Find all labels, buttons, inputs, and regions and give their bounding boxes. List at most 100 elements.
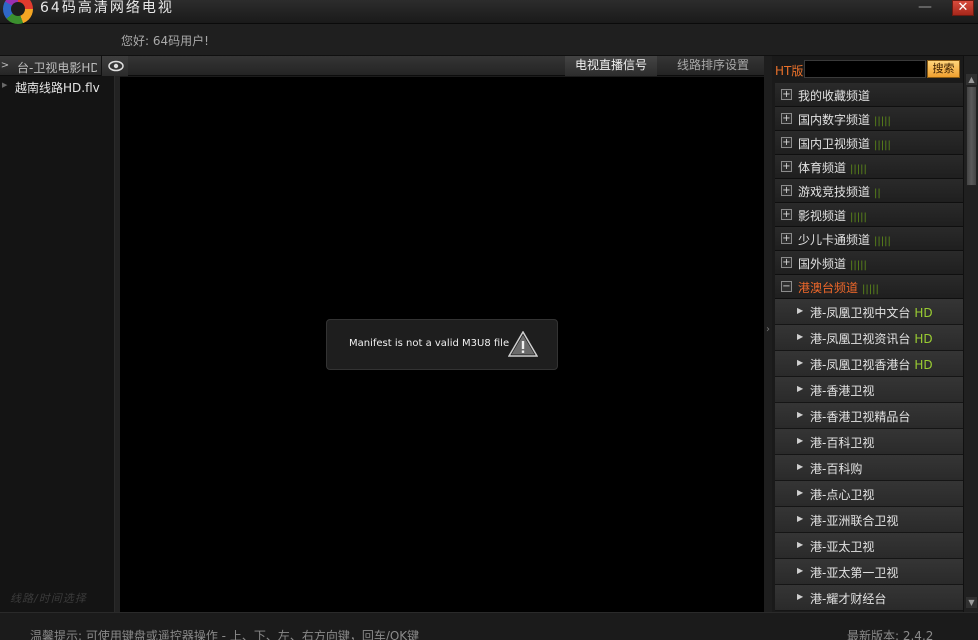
app-title: 64码高清网络电视 [40,0,174,16]
category-label: 国内卫视频道 [798,137,871,151]
scrollbar-thumb[interactable] [966,86,977,186]
channel-panel: HT版 搜索 + 我的收藏频道 + 国内数字频道 ||||| + 国内卫视频道 ||… [772,56,978,612]
tab-bar: 电视直播信号 线路排序设置 [128,56,764,76]
category-label: 影视频道 [798,209,847,223]
expand-icon: + [781,233,792,244]
category-label: 少儿卡通频道 [798,233,871,247]
channel-label: 港-百科卫视 [810,436,875,450]
greeting-bar: 您好: 64码用户! [0,24,978,56]
category-hk-macau-taiwan[interactable]: − 港澳台频道 ||||| [775,275,963,299]
expand-icon: + [781,209,792,220]
chevron-right-icon: › [766,324,770,335]
app-logo-icon [3,0,33,24]
title-bar: 64码高清网络电视 — ✕ [0,0,978,24]
channel-label: 港-亚太第一卫视 [810,566,899,580]
video-player[interactable]: Manifest is not a valid M3U8 file [120,77,764,612]
channel-label: 港-点心卫视 [810,488,875,502]
channel-item[interactable]: ▶ 港-香港卫视精品台 [775,403,963,429]
version-label: 最新版本: 2.4.2 [847,629,934,640]
expand-icon: + [781,185,792,196]
tab-route-sort[interactable]: 线路排序设置 [668,56,758,76]
category-kids[interactable]: + 少儿卡通频道 ||||| [775,227,963,251]
hd-badge: HD [914,306,933,320]
category-sports[interactable]: + 体育频道 ||||| [775,155,963,179]
expand-icon: + [781,113,792,124]
panel-collapse-handle[interactable]: › [764,56,772,612]
tab-live-signal[interactable]: 电视直播信号 [565,56,657,76]
triangle-right-icon: ▶ [797,488,804,497]
channel-item[interactable]: ▶ 港-耀才财经台 [775,585,963,611]
triangle-right-icon: ▶ [797,436,804,445]
category-foreign[interactable]: + 国外频道 ||||| [775,251,963,275]
error-dialog: Manifest is not a valid M3U8 file [326,319,558,370]
channel-item[interactable]: ▶ 港-亚太卫视 [775,533,963,559]
channel-item[interactable]: ▶ 港-凤凰卫视中文台 HD [775,299,963,325]
channel-scrollbar[interactable]: ▲ ▼ [963,56,978,612]
current-channel-label: 台-卫视电影HD [17,61,97,75]
close-button[interactable]: ✕ [952,0,974,16]
channel-label: 港-凤凰卫视香港台 [810,358,911,372]
channel-item[interactable]: ▶ 港-亚洲联合卫视 [775,507,963,533]
channel-item[interactable]: ▶ 港-凤凰卫视资讯台 HD [775,325,963,351]
triangle-right-icon: ▶ [797,306,804,315]
expand-icon: + [781,137,792,148]
category-label: 国外频道 [798,257,847,271]
category-list: + 我的收藏频道 + 国内数字频道 ||||| + 国内卫视频道 ||||| + 体… [775,83,963,299]
triangle-right-icon: ▶ [797,462,804,471]
signal-icon: ||||| [850,212,867,223]
signal-icon: ||||| [874,140,891,151]
signal-icon: ||||| [862,284,879,295]
usage-hint: 温馨提示: 可使用键盘或遥控器操作 - 上、下、左、右方向键，回车/OK键 [30,629,420,640]
category-movies[interactable]: + 影视频道 ||||| [775,203,963,227]
signal-icon: ||||| [874,116,891,127]
channel-item[interactable]: ▶ 港-点心卫视 [775,481,963,507]
user-greeting: 您好: 64码用户! [121,34,209,48]
signal-icon: ||||| [850,260,867,271]
minimize-button[interactable]: — [916,0,934,16]
category-label: 国内数字频道 [798,113,871,127]
source-item-label: 越南线路HD.flv [15,81,100,95]
channel-label: 港-亚洲联合卫视 [810,514,899,528]
category-domestic-satellite[interactable]: + 国内卫视频道 ||||| [775,131,963,155]
channel-list: ▶ 港-凤凰卫视中文台 HD ▶ 港-凤凰卫视资讯台 HD ▶ 港-凤凰卫视香港台 H… [775,299,963,611]
warning-icon [508,331,538,357]
channel-item[interactable]: ▶ 港-香港卫视 [775,377,963,403]
triangle-right-icon: ▶ [797,358,804,367]
hd-badge: HD [914,332,933,346]
channel-label: 港-凤凰卫视中文台 [810,306,911,320]
source-time-selector-label: 线路/时间选择 [10,592,87,605]
channel-label: 港-凤凰卫视资讯台 [810,332,911,346]
category-domestic-digital[interactable]: + 国内数字频道 ||||| [775,107,963,131]
category-label: 体育频道 [798,161,847,175]
search-input[interactable] [804,60,926,78]
triangle-right-icon: ▶ [797,592,804,601]
signal-icon: ||||| [850,164,867,175]
category-label: 港澳台频道 [798,281,859,295]
source-list-header: > 台-卫视电影HD [0,56,128,76]
source-item[interactable]: ▶ 越南线路HD.flv [0,78,114,96]
channel-item[interactable]: ▶ 港-凤凰卫视香港台 HD [775,351,963,377]
collapse-icon: − [781,281,792,292]
source-list-panel: > 台-卫视电影HD ▶ 越南线路HD.flv 线路/时间选择 [0,56,128,612]
status-bar: 温馨提示: 可使用键盘或遥控器操作 - 上、下、左、右方向键，回车/OK键 最新… [0,612,978,640]
channel-item[interactable]: ▶ 港-百科卫视 [775,429,963,455]
hd-badge: HD [914,358,933,372]
signal-icon: ||||| [874,236,891,247]
channel-item[interactable]: ▶ 港-亚太第一卫视 [775,559,963,585]
triangle-right-icon: ▶ [797,566,804,575]
chevron-right-icon[interactable]: > [0,58,10,74]
search-button[interactable]: 搜索 [927,60,960,78]
category-label: 我的收藏频道 [798,89,871,103]
eye-icon[interactable] [101,56,128,76]
scroll-down-icon[interactable]: ▼ [966,597,977,608]
scroll-up-icon[interactable]: ▲ [966,74,977,85]
ht-version-label: HT版 [775,64,804,78]
channel-label: 港-耀才财经台 [810,592,887,606]
expand-icon: + [781,257,792,268]
category-favorites[interactable]: + 我的收藏频道 [775,83,963,107]
triangle-right-icon: ▶ [797,410,804,419]
channel-item[interactable]: ▶ 港-百科购 [775,455,963,481]
triangle-right-icon: ▶ [797,514,804,523]
triangle-right-icon: ▶ [797,540,804,549]
category-gaming[interactable]: + 游戏竞技频道 || [775,179,963,203]
